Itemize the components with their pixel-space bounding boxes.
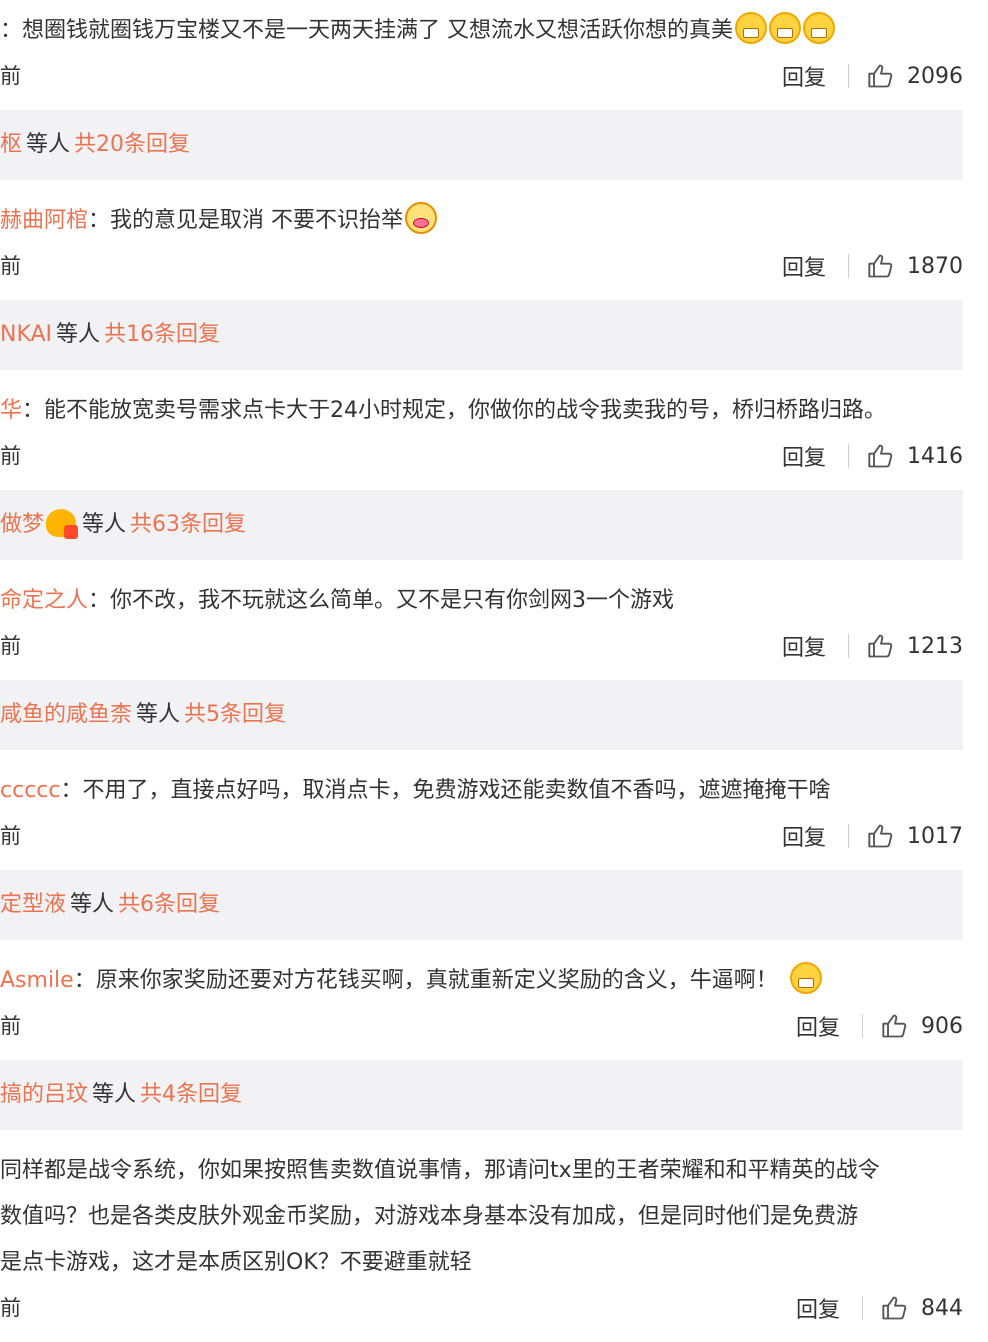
comment-line: 是点卡游戏，这才是本质区别OK？不要避重就轻: [0, 1250, 472, 1275]
reply-total-link[interactable]: 共5条回复: [184, 702, 286, 727]
commenter-name[interactable]: 命定之人: [0, 588, 88, 613]
comment-time: 前: [0, 1296, 21, 1320]
reply-button[interactable]: 回复: [796, 1010, 840, 1042]
like-count: 1017: [907, 823, 963, 849]
reply-user-name[interactable]: 定型液: [0, 892, 66, 917]
reply-user-name[interactable]: NKAI: [0, 322, 52, 347]
reply-total-link[interactable]: 共6条回复: [118, 892, 220, 917]
grin-emoji-icon: [735, 12, 768, 44]
comment-body: 想圈钱就圈钱万宝楼又不是一天两天挂满了 又想流水又想活跃你想的真美: [22, 18, 734, 43]
divider: [862, 1296, 863, 1320]
reply-button[interactable]: 回复: [782, 250, 826, 282]
grin-emoji-icon: [803, 12, 836, 44]
comment-meta: 前 回复 906: [0, 1008, 963, 1044]
thumbs-up-icon[interactable]: [867, 632, 895, 660]
reply-total-link[interactable]: 共63条回复: [130, 512, 246, 537]
comment-text-row: Asmile：原来你家奖励还要对方花钱买啊，真就重新定义奖励的含义，牛逼啊！: [0, 958, 963, 1004]
reply-summary[interactable]: 咸鱼的咸鱼柰 等人 共5条回复: [0, 680, 963, 750]
like-count: 2096: [907, 63, 963, 89]
comment-meta: 前 回复 1416: [0, 438, 963, 474]
vip-badge-icon: [46, 509, 79, 539]
reply-user-name[interactable]: 咸鱼的咸鱼柰: [0, 702, 132, 727]
comment-body: 我的意见是取消 不要不识抬举: [110, 208, 404, 233]
reply-user-name[interactable]: 做梦: [0, 512, 44, 537]
reply-total-link[interactable]: 共4条回复: [140, 1082, 242, 1107]
comment-time: 前: [0, 254, 21, 278]
divider: [848, 64, 849, 88]
commenter-name[interactable]: 华: [0, 398, 22, 423]
divider: [848, 634, 849, 658]
like-count: 1416: [907, 443, 963, 469]
comment-body: 原来你家奖励还要对方花钱买啊，真就重新定义奖励的含义，牛逼啊！: [95, 968, 778, 993]
comment-time: 前: [0, 824, 21, 848]
thumbs-up-icon[interactable]: [867, 822, 895, 850]
comment-time: 前: [0, 634, 21, 658]
comment-meta: 前 回复 2096: [0, 58, 963, 94]
comment-text-block: 同样都是战令系统，你如果按照售卖数值说事情，那请问tx里的王者荣耀和和平精英的战…: [0, 1148, 963, 1286]
thumbs-up-icon[interactable]: [881, 1012, 909, 1040]
comment-meta: 前 回复 844: [0, 1290, 963, 1326]
reply-summary[interactable]: 做梦 等人 共63条回复: [0, 490, 963, 560]
comment-line: 同样都是战令系统，你如果按照售卖数值说事情，那请问tx里的王者荣耀和和平精英的战…: [0, 1158, 880, 1183]
comment-line: 数值吗？也是各类皮肤外观金币奖励，对游戏本身基本没有加成，但是同时他们是免费游: [0, 1204, 859, 1229]
party-emoji-icon: [405, 202, 438, 234]
comment-meta: 前 回复 1870: [0, 248, 963, 284]
comment-body: 不用了，直接点好吗，取消点卡，免费游戏还能卖数值不香吗，遮遮掩掩干啥: [82, 778, 831, 803]
commenter-name[interactable]: 赫曲阿棺: [0, 208, 88, 233]
reply-user-name[interactable]: 搞的吕玟: [0, 1082, 88, 1107]
thumbs-up-icon[interactable]: [867, 62, 895, 90]
comment-text-row: ：想圈钱就圈钱万宝楼又不是一天两天挂满了 又想流水又想活跃你想的真美: [0, 8, 963, 54]
grin-emoji-icon: [769, 12, 802, 44]
reply-total-link[interactable]: 共16条回复: [104, 322, 220, 347]
comment-text-row: 华：能不能放宽卖号需求点卡大于24小时规定，你做你的战令我卖我的号，桥归桥路归路…: [0, 398, 887, 423]
comment-time: 前: [0, 64, 21, 88]
thumbs-up-icon[interactable]: [867, 252, 895, 280]
comment-time: 前: [0, 444, 21, 468]
comment-body: 你不改，我不玩就这么简单。又不是只有你剑网3一个游戏: [110, 588, 675, 613]
thumbs-up-icon[interactable]: [867, 442, 895, 470]
like-count: 906: [921, 1013, 963, 1039]
reply-total-link[interactable]: 共20条回复: [74, 132, 190, 157]
comment-time: 前: [0, 1014, 21, 1038]
comment-text-row: ccccc：不用了，直接点好吗，取消点卡，免费游戏还能卖数值不香吗，遮遮掩掩干啥: [0, 778, 831, 803]
thumbs-up-icon[interactable]: [881, 1294, 909, 1322]
reply-button[interactable]: 回复: [782, 60, 826, 92]
grin-emoji-icon: [789, 962, 822, 994]
reply-button[interactable]: 回复: [796, 1292, 840, 1324]
reply-button[interactable]: 回复: [782, 820, 826, 852]
divider: [848, 444, 849, 468]
divider: [862, 1014, 863, 1038]
reply-summary[interactable]: 搞的吕玟 等人 共4条回复: [0, 1060, 963, 1130]
reply-summary[interactable]: 枢等人 共20条回复: [0, 110, 963, 180]
comment-body: 能不能放宽卖号需求点卡大于24小时规定，你做你的战令我卖我的号，桥归桥路归路。: [44, 398, 887, 423]
comment-meta: 前 回复 1213: [0, 628, 963, 664]
comment-text-row: 赫曲阿棺：我的意见是取消 不要不识抬举: [0, 198, 963, 244]
reply-button[interactable]: 回复: [782, 440, 826, 472]
comment-meta: 前 回复 1017: [0, 818, 963, 854]
reply-summary[interactable]: NKAI 等人 共16条回复: [0, 300, 963, 370]
like-count: 1870: [907, 253, 963, 279]
reply-user-name[interactable]: 枢: [0, 132, 22, 157]
divider: [848, 824, 849, 848]
commenter-name[interactable]: Asmile: [0, 968, 74, 993]
like-count: 844: [921, 1295, 963, 1321]
reply-summary[interactable]: 定型液 等人 共6条回复: [0, 870, 963, 940]
reply-button[interactable]: 回复: [782, 630, 826, 662]
like-count: 1213: [907, 633, 963, 659]
divider: [848, 254, 849, 278]
commenter-name[interactable]: ccccc: [0, 778, 60, 803]
comment-text-row: 命定之人：你不改，我不玩就这么简单。又不是只有你剑网3一个游戏: [0, 588, 675, 613]
